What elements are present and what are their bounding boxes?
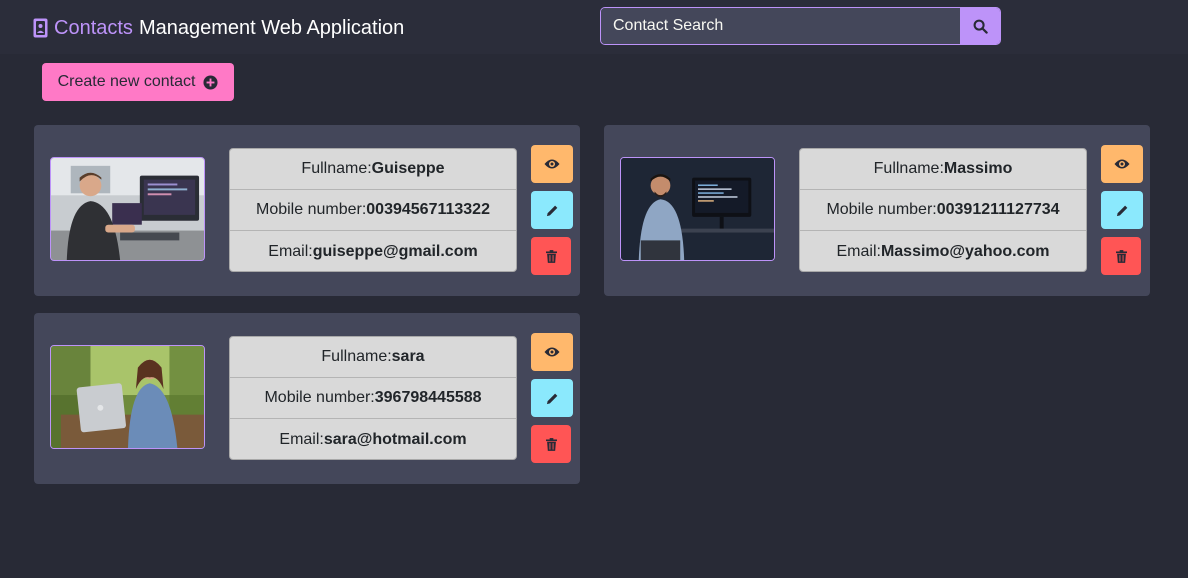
mobile-value: 00394567113322 xyxy=(366,201,490,218)
delete-contact-button[interactable] xyxy=(1101,237,1141,275)
mobile-row: Mobile number: 00394567113322 xyxy=(230,190,516,231)
fullname-value: sara xyxy=(391,348,425,365)
contact-info: Fullname: Massimo Mobile number: 003912111… xyxy=(799,148,1087,272)
contact-card: Fullname: Guiseppe Mobile number: 00394567… xyxy=(34,125,580,296)
delete-contact-button[interactable] xyxy=(531,425,571,463)
view-contact-button[interactable] xyxy=(531,145,573,183)
email-value: sara@hotmail.com xyxy=(323,430,467,448)
edit-contact-button[interactable] xyxy=(531,379,573,417)
fullname-label: Fullname: xyxy=(873,160,944,177)
plus-circle-icon xyxy=(203,74,218,90)
contact-card: Fullname: sara Mobile number: 396798445588… xyxy=(34,313,580,484)
mobile-label: Mobile number: xyxy=(264,389,375,406)
fullname-value: Massimo xyxy=(943,160,1013,177)
search-button[interactable] xyxy=(960,8,1000,44)
email-row: Email: sara@hotmail.com xyxy=(230,419,516,459)
fullname-row: Fullname: Massimo xyxy=(800,149,1086,190)
mobile-label: Mobile number: xyxy=(256,201,367,218)
create-contact-label: Create new contact xyxy=(57,73,196,90)
contact-actions xyxy=(531,333,573,471)
search-icon xyxy=(973,19,988,34)
eye-icon xyxy=(544,347,560,357)
search-input[interactable] xyxy=(601,8,960,44)
contact-info: Fullname: sara Mobile number: 396798445588… xyxy=(229,336,517,460)
trash-icon xyxy=(545,437,557,451)
contact-card: Fullname: Massimo Mobile number: 003912111… xyxy=(604,125,1150,296)
trash-icon xyxy=(545,249,557,263)
email-label: Email: xyxy=(836,242,881,260)
pencil-icon xyxy=(546,393,557,404)
email-row: Email: guiseppe@gmail.com xyxy=(230,231,516,271)
contact-info: Fullname: Guiseppe Mobile number: 00394567… xyxy=(229,148,517,272)
fullname-label: Fullname: xyxy=(301,160,372,177)
email-row: Email: Massimo@yahoo.com xyxy=(800,231,1086,271)
search-form xyxy=(600,7,1001,45)
contact-photo xyxy=(50,345,205,449)
email-label: Email: xyxy=(279,430,324,448)
contact-photo xyxy=(620,157,775,261)
eye-icon xyxy=(544,159,560,169)
edit-contact-button[interactable] xyxy=(531,191,573,229)
email-value: guiseppe@gmail.com xyxy=(312,242,478,260)
mobile-value: 396798445588 xyxy=(374,389,482,406)
contact-actions xyxy=(1101,145,1143,283)
trash-icon xyxy=(1115,249,1127,263)
email-label: Email: xyxy=(268,242,313,260)
mobile-row: Mobile number: 00391211127734 xyxy=(800,190,1086,231)
contact-actions xyxy=(531,145,573,283)
brand[interactable]: Contacts Management Web Application xyxy=(33,15,404,41)
view-contact-button[interactable] xyxy=(1101,145,1143,183)
mobile-row: Mobile number: 396798445588 xyxy=(230,378,516,419)
contact-photo xyxy=(50,157,205,261)
navbar: Contacts Management Web Application xyxy=(0,0,1188,54)
mobile-label: Mobile number: xyxy=(826,201,937,218)
eye-icon xyxy=(1114,159,1130,169)
fullname-value: Guiseppe xyxy=(371,160,445,177)
pencil-icon xyxy=(546,205,557,216)
create-contact-button[interactable]: Create new contact xyxy=(42,63,234,101)
brand-title: Management Web Application xyxy=(138,16,405,39)
fullname-row: Fullname: sara xyxy=(230,337,516,378)
fullname-label: Fullname: xyxy=(321,348,392,365)
address-book-icon xyxy=(33,18,48,38)
edit-contact-button[interactable] xyxy=(1101,191,1143,229)
email-value: Massimo@yahoo.com xyxy=(880,242,1050,260)
delete-contact-button[interactable] xyxy=(531,237,571,275)
mobile-value: 00391211127734 xyxy=(936,201,1060,218)
brand-accent: Contacts xyxy=(54,16,133,39)
pencil-icon xyxy=(1116,205,1127,216)
fullname-row: Fullname: Guiseppe xyxy=(230,149,516,190)
view-contact-button[interactable] xyxy=(531,333,573,371)
